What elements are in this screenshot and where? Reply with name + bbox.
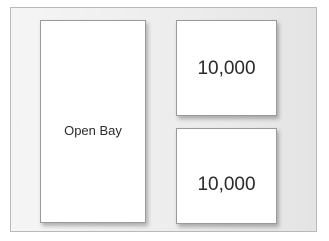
bottom-right-value: 10,000 [197,174,256,195]
top-right-panel[interactable]: 10,000 [176,20,277,116]
open-bay-label: Open Bay [64,122,122,138]
bottom-right-panel[interactable]: 10,000 [176,128,277,224]
open-bay-panel[interactable]: Open Bay [40,20,146,223]
layout-frame: Open Bay 10,000 10,000 [10,7,317,232]
top-right-value: 10,000 [197,58,256,79]
